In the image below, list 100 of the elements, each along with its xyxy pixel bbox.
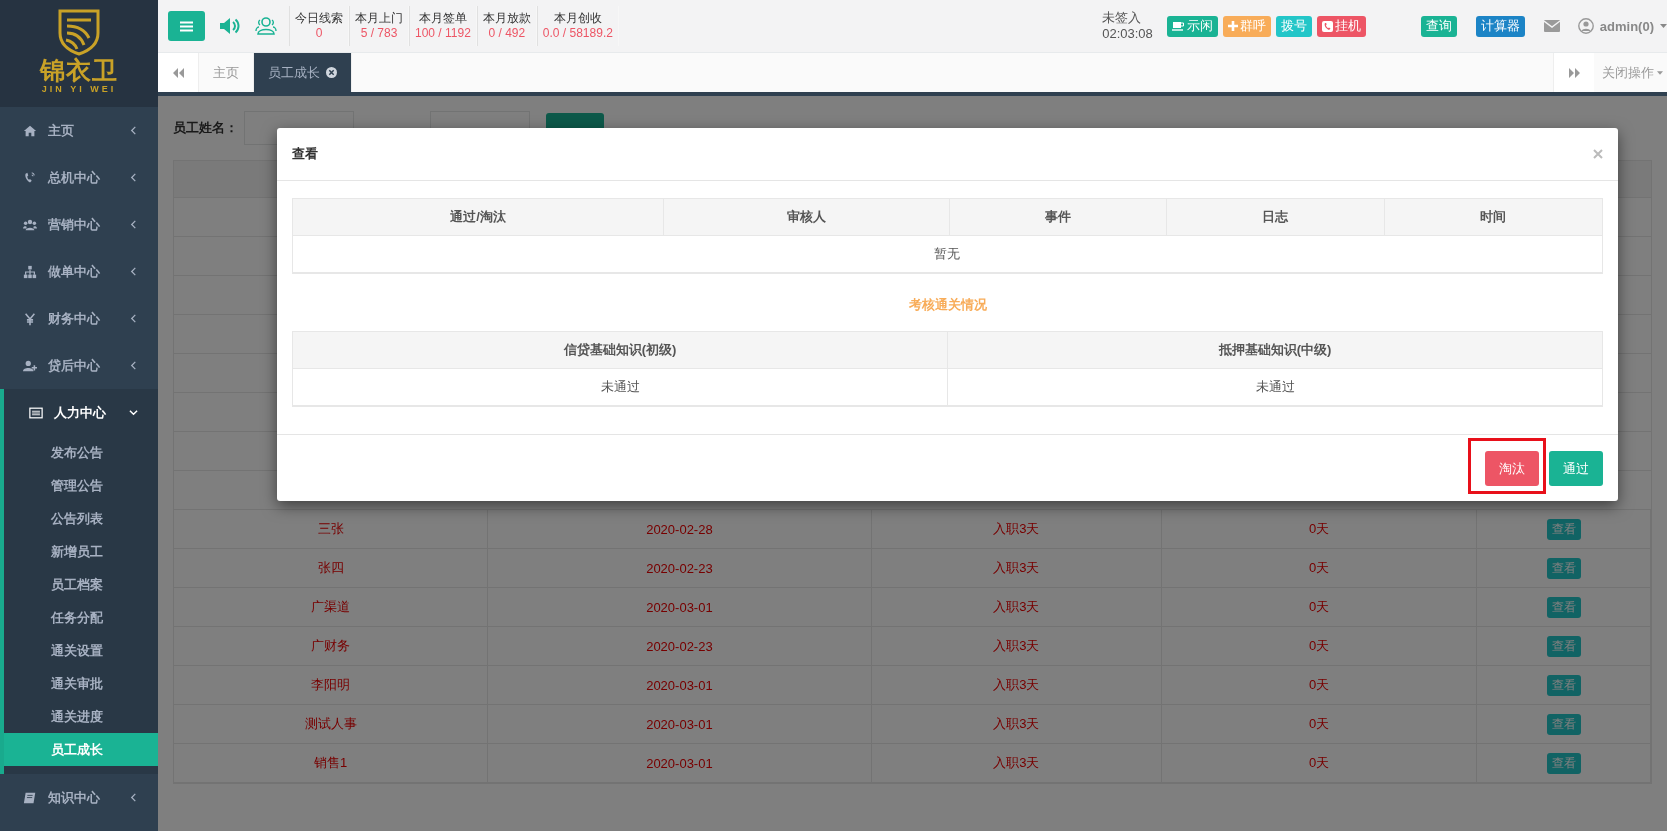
sidebar-item[interactable]: 人力中心 <box>4 389 158 436</box>
call-button[interactable]: 拨号 <box>1275 15 1312 37</box>
empty-table-text: 暂无 <box>293 236 1603 273</box>
sidebar-item[interactable]: 知识中心 <box>0 774 158 821</box>
column-header: 时间 <box>1384 199 1603 236</box>
cup-icon <box>1171 21 1185 31</box>
sidebar-subitem[interactable]: 新增员工 <box>4 535 158 568</box>
stat-label: 今日线索 <box>295 11 343 26</box>
menu-button[interactable] <box>168 11 205 41</box>
shield-logo-icon <box>57 8 101 56</box>
scroll-right-button[interactable] <box>1553 53 1594 92</box>
reject-button[interactable]: 淘汰 <box>1485 451 1539 486</box>
chevron-left-icon <box>129 220 138 229</box>
sidebar-item[interactable]: 财务中心 <box>0 295 158 342</box>
close-menu-button[interactable]: 关闭操作 <box>1594 53 1667 92</box>
sidebar-subitem[interactable]: 公告列表 <box>4 502 158 535</box>
sidebar-subitem[interactable]: 员工成长 <box>4 733 158 766</box>
field-label: 员工姓名： <box>173 119 238 137</box>
duration-cell: 0天 <box>1308 559 1330 577</box>
users-icon[interactable] <box>255 16 277 36</box>
duration-cell: 0天 <box>1308 676 1330 694</box>
status-cell: 入职3天 <box>993 754 1040 772</box>
section-title: 考核通关情况 <box>907 296 988 314</box>
user-plus-icon <box>23 358 37 373</box>
date-cell: 2020-03-01 <box>646 755 713 771</box>
duration-cell: 0天 <box>1308 754 1330 772</box>
speaker-icon[interactable] <box>219 16 241 36</box>
duration-cell: 0天 <box>1308 520 1330 538</box>
user-menu[interactable]: admin(0) <box>1599 18 1654 34</box>
user-icon <box>1577 18 1594 34</box>
chevron-left-icon <box>129 793 138 802</box>
stat-label: 本月签单 <box>418 11 467 26</box>
column-header: 事件 <box>949 199 1167 236</box>
chevron-left-icon <box>129 126 138 135</box>
stat-label: 本月创收 <box>553 11 602 26</box>
dialog-title: 查看 <box>292 145 318 163</box>
stat-label: 本月放款 <box>482 11 531 26</box>
timer: 02:03:08 <box>1102 26 1153 42</box>
sidebar-subitem[interactable]: 通关设置 <box>4 634 158 667</box>
sidebar-subitem[interactable]: 员工档案 <box>4 568 158 601</box>
chevron-left-icon <box>129 361 138 370</box>
column-header: 审核人 <box>664 199 950 236</box>
duration-cell: 0天 <box>1308 637 1330 655</box>
page-tab[interactable]: 员工成长 <box>254 53 352 92</box>
chevron-left-icon <box>129 314 138 323</box>
name-cell: 广渠道 <box>311 598 351 616</box>
stat-label: 本月上门 <box>355 11 403 26</box>
chevron-down-icon <box>129 408 138 417</box>
sidebar-item[interactable]: 做单中心 <box>0 248 158 295</box>
double-left-icon <box>172 67 184 78</box>
mail-icon[interactable] <box>1543 20 1560 32</box>
sidebar-subitem[interactable]: 管理公告 <box>4 469 158 502</box>
sign-status: 未签入 <box>1102 10 1143 26</box>
status-cell: 入职3天 <box>993 637 1040 655</box>
sidebar-subitem[interactable]: 通关进度 <box>4 700 158 733</box>
duration-cell: 0天 <box>1308 715 1330 733</box>
phone-icon <box>1321 20 1333 32</box>
phone-icon <box>23 170 37 185</box>
plus-icon <box>1227 21 1238 31</box>
date-cell: 2020-02-23 <box>646 638 713 654</box>
sidebar-subitem[interactable]: 任务分配 <box>4 601 158 634</box>
call-button[interactable]: 挂机 <box>1316 15 1366 37</box>
date-cell: 2020-02-23 <box>646 560 713 576</box>
home-icon <box>23 123 37 138</box>
approve-button[interactable]: 通过 <box>1549 451 1603 486</box>
call-button[interactable]: 示闲 <box>1166 15 1218 37</box>
name-cell: 广财务 <box>311 637 351 655</box>
stat-value: 0.0 / 58189.2 <box>542 26 613 41</box>
logo-title: 锦衣卫 <box>40 56 118 84</box>
status-cell: 入职3天 <box>993 598 1040 616</box>
status-cell: 入职3天 <box>993 715 1040 733</box>
status-cell: 入职3天 <box>993 676 1040 694</box>
query-button[interactable]: 查询 <box>1420 15 1457 37</box>
close-icon[interactable] <box>326 67 337 78</box>
table-cell: 未通过 <box>293 369 948 406</box>
stat-value: 100 / 1192 <box>415 26 471 41</box>
name-cell: 销售1 <box>313 754 348 772</box>
book-icon <box>23 790 37 805</box>
column-header: 通过/淘汰 <box>293 199 665 236</box>
calculator-button[interactable]: 计算器 <box>1475 15 1525 37</box>
date-cell: 2020-03-01 <box>646 599 713 615</box>
name-cell: 测试人事 <box>304 715 357 733</box>
logo-subtitle: JIN YI WEI <box>41 84 117 95</box>
sidebar-subitem[interactable]: 发布公告 <box>4 436 158 469</box>
column-header: 信贷基础知识(初级) <box>293 332 948 369</box>
stat-value: 5 / 783 <box>360 26 398 41</box>
sidebar-subitem[interactable]: 通关审批 <box>4 667 158 700</box>
sidebar-item[interactable]: 贷后中心 <box>0 342 158 389</box>
date-cell: 2020-03-01 <box>646 716 713 732</box>
scroll-left-button[interactable] <box>158 53 199 92</box>
name-cell: 张四 <box>317 559 344 577</box>
column-header: 抵押基础知识(中级) <box>948 332 1603 369</box>
sitemap-icon <box>23 264 37 279</box>
name-cell: 李阳明 <box>311 676 351 694</box>
sidebar-item[interactable]: 主页 <box>0 107 158 154</box>
caret-icon <box>1657 70 1663 75</box>
sidebar-item[interactable]: 营销中心 <box>0 201 158 248</box>
column-header: 日志 <box>1166 199 1385 236</box>
sidebar-item[interactable]: 总机中心 <box>0 154 158 201</box>
date-cell: 2020-03-01 <box>646 677 713 693</box>
